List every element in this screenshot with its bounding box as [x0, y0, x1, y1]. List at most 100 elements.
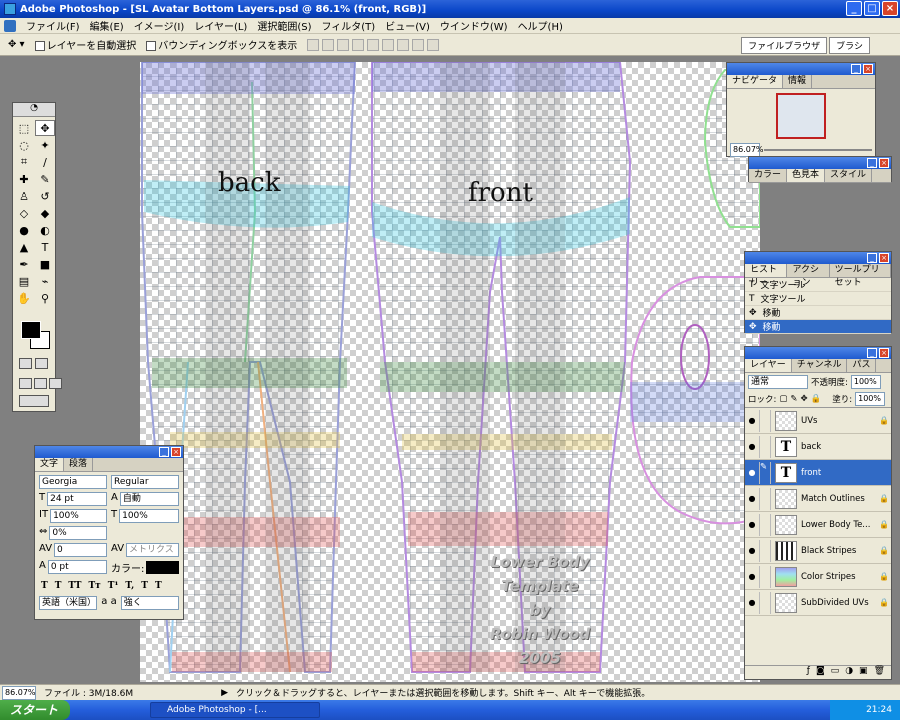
vertical-scale-field[interactable]: 100% [50, 509, 107, 523]
new-layer-icon[interactable]: ▣ [859, 666, 868, 679]
layers-close-icon[interactable]: × [879, 348, 889, 358]
visibility-eye-icon[interactable]: ● [745, 468, 759, 477]
layer-row[interactable]: ● UVs 🔒 [745, 408, 891, 434]
blend-mode-select[interactable]: 通常 [748, 375, 808, 389]
align-left-icon[interactable] [352, 38, 365, 51]
toolbox-header[interactable]: ◔ [13, 103, 55, 117]
blur-tool-icon[interactable]: ● [14, 222, 34, 238]
menu-image[interactable]: イメージ(I) [134, 18, 185, 33]
tab-tool-presets[interactable]: ツールプリセット [830, 264, 891, 288]
tab-paths[interactable]: パス [847, 359, 877, 372]
lock-position-icon[interactable]: ✥ [801, 394, 808, 404]
visibility-eye-icon[interactable]: ● [745, 494, 759, 503]
text-color-swatch[interactable] [146, 561, 179, 574]
kerning-field[interactable]: 0 [54, 543, 107, 557]
tab-channels[interactable]: チャンネル [792, 359, 848, 372]
auto-select-checkbox[interactable] [34, 41, 45, 51]
layer-row[interactable]: ● Black Stripes 🔒 [745, 538, 891, 564]
tsume-field[interactable]: 0% [49, 526, 107, 540]
layer-link-cell[interactable] [759, 565, 771, 588]
standard-mode-icon[interactable] [19, 358, 32, 369]
minimize-button[interactable]: _ [846, 1, 862, 16]
visibility-eye-icon[interactable]: ● [745, 416, 759, 425]
layer-link-cell[interactable] [759, 539, 771, 562]
history-item[interactable]: T 文字ツール [745, 292, 891, 306]
document-canvas[interactable]: back front Lower Body Template by Robin … [140, 62, 760, 682]
horizontal-scale-field[interactable]: 100% [119, 509, 179, 523]
leading-field[interactable]: 自動 [119, 492, 179, 506]
menu-view[interactable]: ビュー(V) [385, 18, 430, 33]
tab-actions[interactable]: アクション [787, 264, 830, 288]
navigator-zoom-field[interactable]: 86.07% [730, 143, 764, 157]
path-select-tool-icon[interactable]: ▲ [14, 239, 34, 255]
menu-layer[interactable]: レイヤー(L) [194, 18, 247, 33]
status-zoom-field[interactable]: 86.07% [2, 685, 36, 700]
brush-tool-icon[interactable]: ✎ [35, 171, 55, 187]
stamp-tool-icon[interactable]: ♙ [14, 188, 34, 204]
hand-tool-icon[interactable]: ✋ [14, 290, 34, 306]
palette-well-brushes[interactable]: ブラシ [829, 37, 870, 54]
history-close-icon[interactable]: × [879, 253, 889, 263]
screen-mode-full-icon[interactable] [49, 378, 62, 389]
layer-link-cell[interactable] [759, 591, 771, 614]
tab-navigator[interactable]: ナビゲータ [727, 75, 784, 88]
document-icon[interactable] [4, 19, 16, 32]
language-select[interactable]: 英語（米国） [39, 596, 98, 610]
layer-link-cell[interactable] [759, 435, 771, 458]
menu-edit[interactable]: 編集(E) [90, 18, 124, 33]
font-size-field[interactable]: 24 pt [47, 492, 107, 506]
move-tool-icon[interactable]: ✥ [35, 120, 55, 136]
menu-filter[interactable]: フィルタ(T) [321, 18, 375, 33]
healing-brush-tool-icon[interactable]: ✚ [14, 171, 34, 187]
crop-tool-icon[interactable]: ⌗ [14, 154, 34, 170]
underline-button[interactable]: T [141, 581, 148, 591]
bounding-box-checkbox[interactable] [146, 41, 157, 51]
layer-row[interactable]: ● SubDivided UVs 🔒 [745, 590, 891, 616]
layer-mask-icon[interactable]: ◙ [816, 666, 825, 679]
lock-image-icon[interactable]: ✎ [790, 394, 797, 404]
tab-swatches[interactable]: 色見本 [787, 169, 826, 182]
status-arrow-icon[interactable]: ▶ [221, 688, 228, 698]
bounding-box-option[interactable]: バウンディングボックスを表示 [146, 37, 297, 52]
baseline-shift-field[interactable]: 0 pt [47, 560, 107, 574]
jump-to-imageready-icon[interactable] [19, 395, 49, 407]
dodge-tool-icon[interactable]: ◐ [35, 222, 55, 238]
distribute-top-icon[interactable] [397, 38, 410, 51]
history-item[interactable]: T 文字ツール [745, 278, 891, 292]
shape-tool-icon[interactable]: ■ [35, 256, 55, 272]
lock-all-icon[interactable]: 🔒 [811, 394, 822, 404]
all-caps-button[interactable]: TT [68, 581, 81, 591]
small-caps-button[interactable]: Tт [88, 581, 100, 591]
kerning-mode-field[interactable]: メトリクス [126, 543, 179, 557]
visibility-eye-icon[interactable]: ● [745, 598, 759, 607]
maximize-button[interactable]: □ [864, 1, 880, 16]
layer-style-icon[interactable]: ƒ [807, 666, 810, 679]
zoom-tool-icon[interactable]: ⚲ [35, 290, 55, 306]
color-minimize-icon[interactable]: _ [867, 158, 877, 168]
foreground-color-swatch[interactable] [21, 321, 41, 339]
menu-file[interactable]: ファイル(F) [26, 18, 80, 33]
navigator-zoom-slider[interactable] [764, 149, 872, 151]
align-bottom-icon[interactable] [337, 38, 350, 51]
subscript-button[interactable]: T, [125, 581, 134, 591]
visibility-eye-icon[interactable]: ● [745, 520, 759, 529]
layer-link-cell[interactable] [759, 513, 771, 536]
character-minimize-icon[interactable]: _ [159, 447, 169, 457]
character-close-icon[interactable]: × [171, 447, 181, 457]
magic-wand-tool-icon[interactable]: ✦ [35, 137, 55, 153]
layer-link-cell[interactable] [759, 487, 771, 510]
history-item-selected[interactable]: ✥ 移動 [745, 320, 891, 334]
slice-tool-icon[interactable]: ∕ [35, 154, 55, 170]
layer-brush-cell[interactable]: ✎ [759, 461, 771, 484]
font-style-select[interactable]: Regular [111, 475, 179, 489]
menu-window[interactable]: ウインドウ(W) [440, 18, 508, 33]
faux-bold-button[interactable]: T [41, 581, 48, 591]
eyedropper-tool-icon[interactable]: ⌁ [35, 273, 55, 289]
antialias-select[interactable]: 強く [120, 596, 179, 610]
layers-minimize-icon[interactable]: _ [867, 348, 877, 358]
layer-row[interactable]: ● Tback [745, 434, 891, 460]
pen-tool-icon[interactable]: ✒ [14, 256, 34, 272]
adjustment-layer-icon[interactable]: ◑ [845, 666, 853, 679]
eraser-tool-icon[interactable]: ◇ [14, 205, 34, 221]
align-top-icon[interactable] [307, 38, 320, 51]
